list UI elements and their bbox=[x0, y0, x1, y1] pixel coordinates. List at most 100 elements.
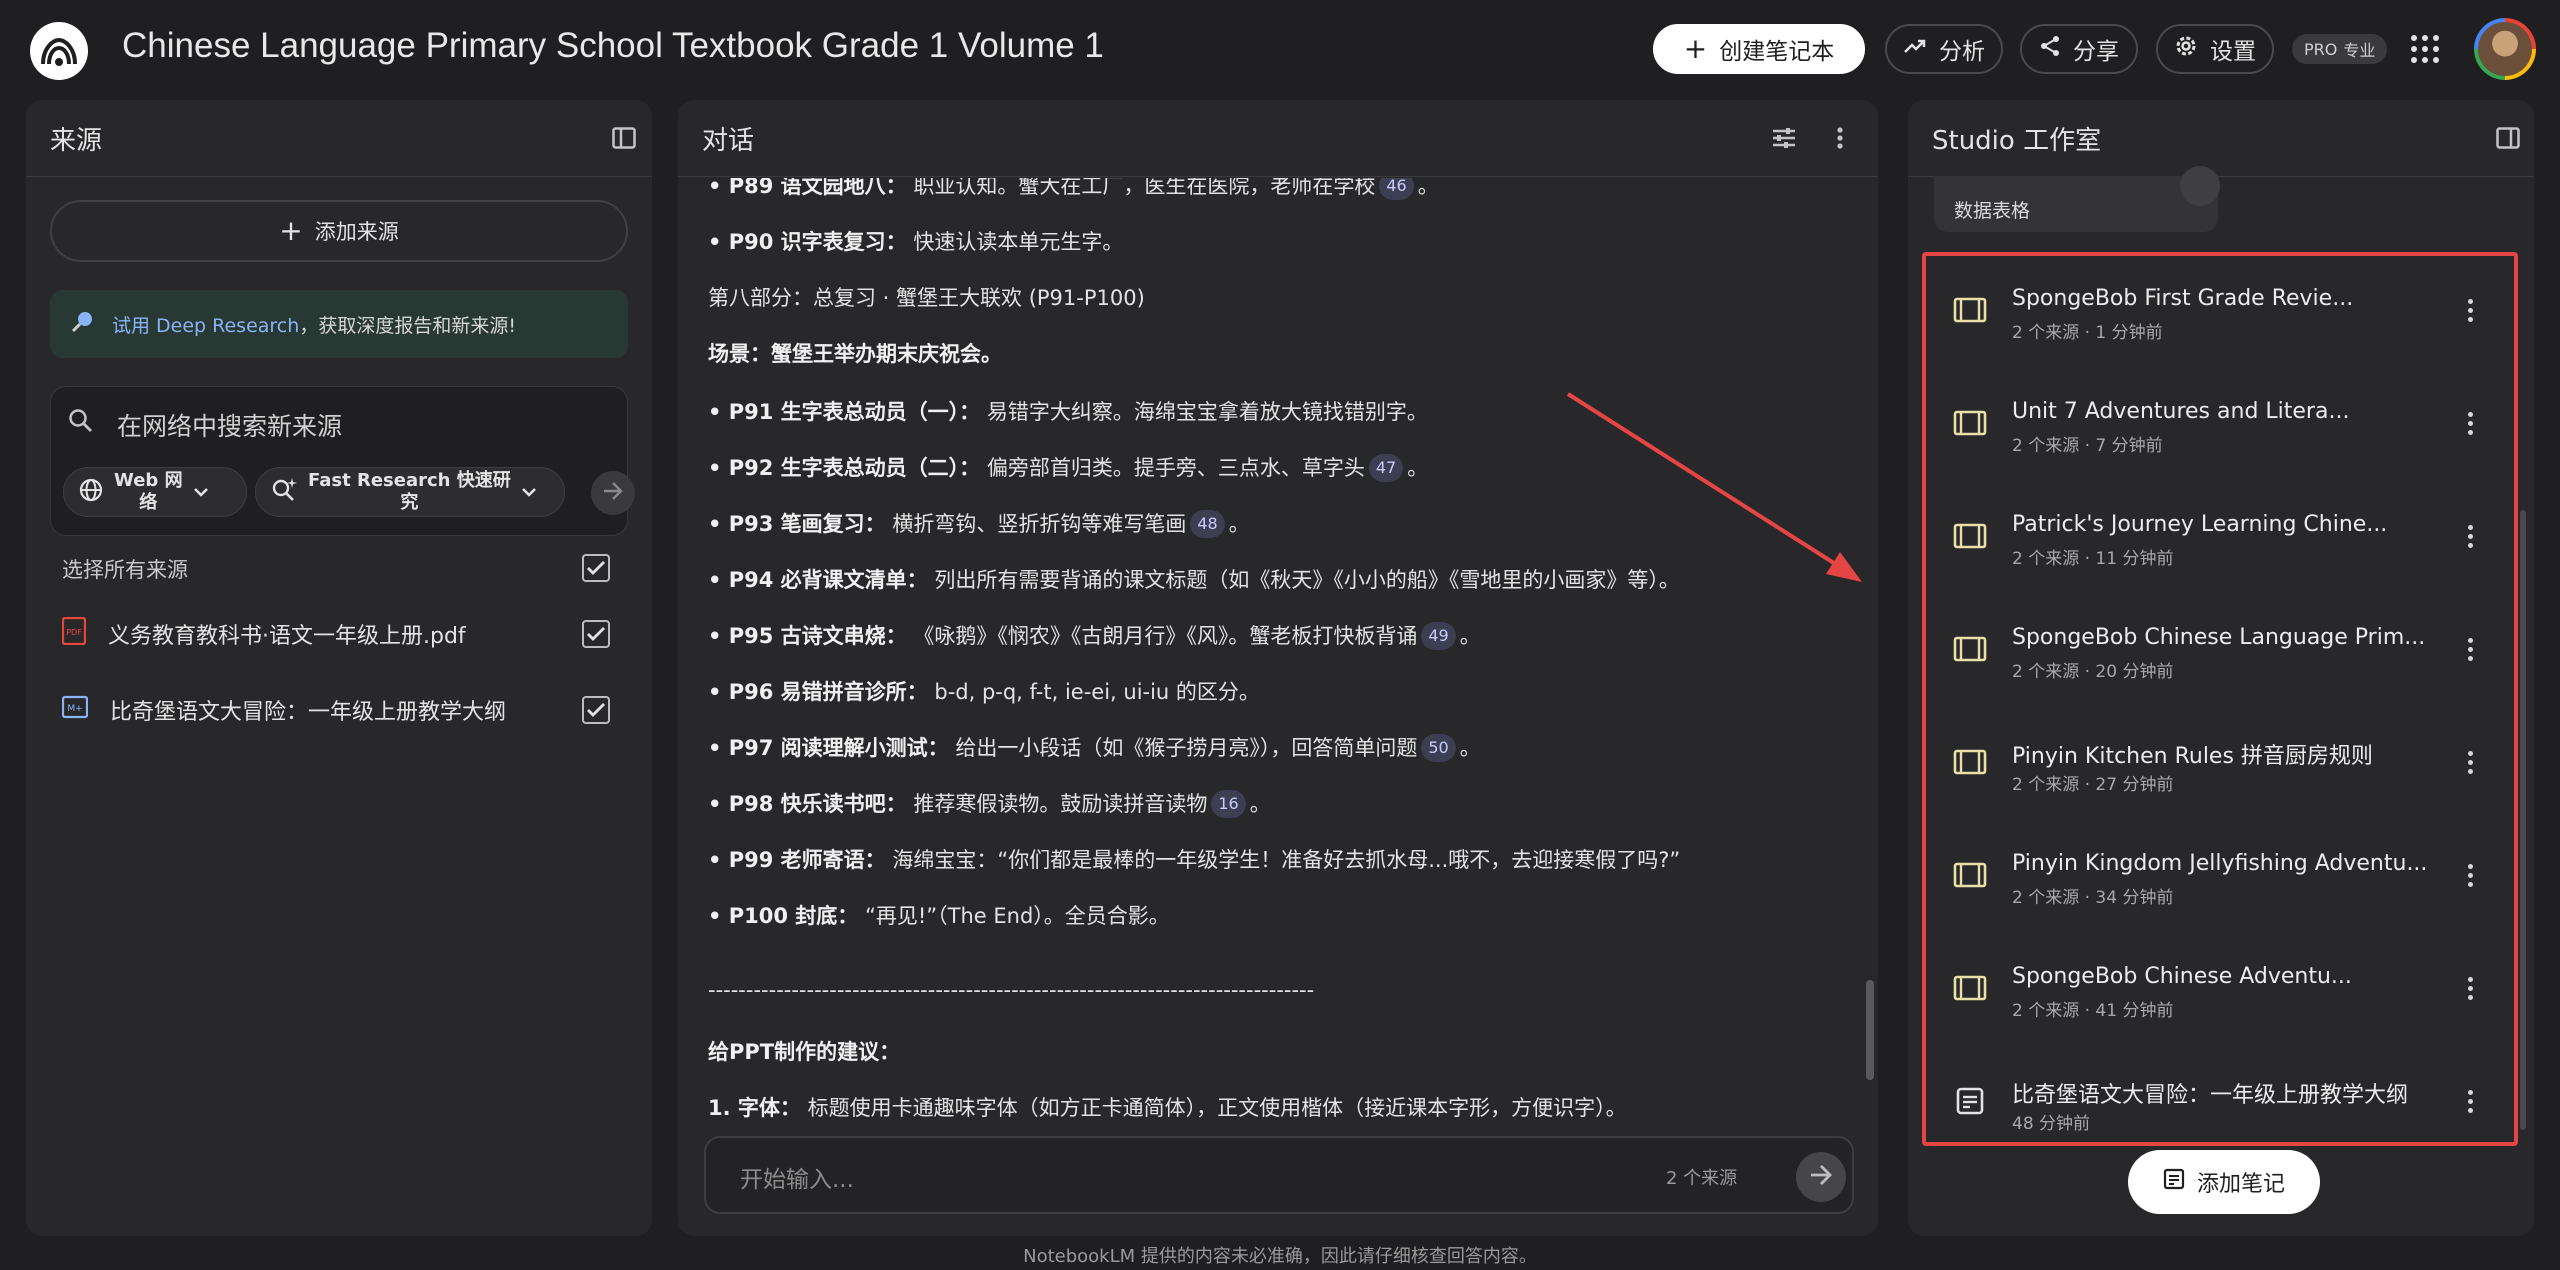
avatar[interactable] bbox=[2474, 18, 2536, 80]
chat-line: • P99 老师寄语： 海绵宝宝：“你们都是最棒的一年级学生！准备好去抓水母..… bbox=[708, 844, 1680, 874]
more-vert-icon[interactable] bbox=[2462, 857, 2478, 893]
chat-input-box[interactable]: 开始输入... 2 个来源 bbox=[704, 1136, 1854, 1214]
chat-line-text: b-d, p-q, f-t, ie-ei, ui-iu 的区分。 bbox=[934, 680, 1260, 704]
chat-line-text: 给出一小段话（如《猴子捞月亮》），回答简单问题 bbox=[955, 736, 1418, 760]
search-sparkle-icon bbox=[270, 476, 298, 509]
app-header: Chinese Language Primary School Textbook… bbox=[0, 0, 2560, 100]
trending-up-icon bbox=[1903, 36, 1927, 62]
collapse-panel-icon[interactable] bbox=[2494, 124, 2522, 152]
source-checkbox[interactable] bbox=[582, 696, 610, 724]
add-note-button[interactable]: 添加笔记 bbox=[2128, 1150, 2320, 1214]
note-meta: 2 个来源 · 20 分钟前 bbox=[2012, 662, 2174, 682]
note-title: Unit 7 Adventures and Litera... bbox=[2012, 399, 2350, 424]
citation-chip[interactable]: 49 bbox=[1421, 622, 1456, 650]
studio-note-item[interactable]: Patrick's Journey Learning Chine... 2 个来源… bbox=[1930, 488, 2490, 584]
chat-line: 场景：蟹堡王举办期末庆祝会。 bbox=[708, 338, 1002, 368]
chat-line: 给PPT制作的建议： bbox=[708, 1036, 900, 1066]
more-vert-icon[interactable] bbox=[2462, 518, 2478, 554]
chat-line-text: 偏旁部首归类。提手旁、三点水、草字头 bbox=[986, 456, 1365, 480]
more-vert-icon[interactable] bbox=[2462, 631, 2478, 667]
studio-note-item[interactable]: 比奇堡语文大冒险：一年级上册教学大纲 48 分钟前 bbox=[1930, 1053, 2490, 1149]
settings-button[interactable]: 设置 bbox=[2156, 24, 2274, 74]
chat-line-heading: • P97 阅读理解小测试： bbox=[708, 736, 949, 760]
chat-line-tail: 。 bbox=[1407, 456, 1429, 480]
studio-note-item[interactable]: Pinyin Kitchen Rules 拼音厨房规则 2 个来源 · 27 分钟… bbox=[1930, 714, 2490, 810]
tune-settings-icon[interactable] bbox=[1768, 122, 1800, 154]
plus-icon: + bbox=[1683, 32, 1708, 65]
deep-research-banner[interactable]: 试用 Deep Research，获取深度报告和新来源! bbox=[50, 290, 628, 358]
chat-line-heading: • P99 老师寄语： bbox=[708, 848, 886, 872]
notebook-title[interactable]: Chinese Language Primary School Textbook… bbox=[122, 26, 1104, 66]
note-meta: 2 个来源 · 27 分钟前 bbox=[2012, 775, 2174, 795]
note-add-icon bbox=[2163, 1168, 2185, 1196]
chat-line: • P96 易错拼音诊所： b-d, p-q, f-t, ie-ei, ui-i… bbox=[708, 676, 1260, 706]
chat-response: • P89 语文园地八： 职业认知。蟹大在工厂，医生在医院，老师在学校 46。 • … bbox=[708, 178, 1828, 1128]
more-vert-icon[interactable] bbox=[2462, 744, 2478, 780]
more-vert-icon[interactable] bbox=[2462, 405, 2478, 441]
submit-arrow-button[interactable] bbox=[591, 471, 635, 515]
chat-input[interactable]: 开始输入... bbox=[740, 1160, 854, 1194]
create-notebook-button[interactable]: + 创建笔记本 bbox=[1653, 24, 1865, 74]
chat-line: • P92 生字表总动员（二）： 偏旁部首归类。提手旁、三点水、草字头 47。 bbox=[708, 452, 1428, 482]
add-source-button[interactable]: + 添加来源 bbox=[50, 200, 628, 262]
deep-research-link[interactable]: 试用 Deep Research bbox=[112, 315, 299, 337]
chat-line-heading: • P98 快乐读书吧： bbox=[708, 792, 907, 816]
video-icon bbox=[1952, 518, 1988, 554]
data-table-tile[interactable]: 数据表格 bbox=[1934, 166, 2220, 232]
note-title: Pinyin Kitchen Rules 拼音厨房规则 bbox=[2012, 744, 2373, 769]
notebooklm-logo-icon[interactable] bbox=[30, 22, 88, 80]
chat-line-heading: • P95 古诗文串烧： bbox=[708, 624, 907, 648]
send-button[interactable] bbox=[1796, 1152, 1846, 1202]
chat-line: 第八部分：总复习 · 蟹堡王大联欢 (P91-P100) bbox=[708, 282, 1145, 312]
chevron-down-icon bbox=[193, 482, 209, 503]
chat-line-tail: 。 bbox=[1459, 736, 1481, 760]
select-all-checkbox[interactable] bbox=[582, 554, 610, 582]
source-checkbox[interactable] bbox=[582, 620, 610, 648]
studio-scrollbar[interactable] bbox=[2520, 510, 2526, 1130]
studio-note-item[interactable]: SpongeBob Chinese Adventu... 2 个来源 · 41 分… bbox=[1930, 940, 2490, 1036]
note-title: SpongeBob Chinese Adventu... bbox=[2012, 964, 2352, 989]
chat-panel-title: 对话 bbox=[702, 126, 755, 156]
source-item[interactable]: M+ 比奇堡语文大冒险：一年级上册教学大纲 bbox=[61, 690, 506, 730]
citation-chip[interactable]: 50 bbox=[1421, 734, 1456, 762]
chat-line-heading: • P90 识字表复习： bbox=[708, 230, 907, 254]
collapse-panel-icon[interactable] bbox=[610, 124, 638, 152]
apps-grid-icon[interactable] bbox=[2410, 34, 2440, 64]
web-source-dropdown[interactable]: Web 网络 bbox=[63, 467, 247, 517]
more-vert-icon[interactable] bbox=[1830, 122, 1850, 154]
more-vert-icon[interactable] bbox=[2462, 1083, 2478, 1119]
studio-note-item[interactable]: Pinyin Kingdom Jellyfishing Adventu... 2 … bbox=[1930, 827, 2490, 923]
citation-chip[interactable]: 48 bbox=[1190, 510, 1225, 538]
svg-text:M+: M+ bbox=[67, 704, 82, 714]
chat-line-text: 列出所有需要背诵的课文标题（如《秋天》《小小的船》《雪地里的小画家》等）。 bbox=[934, 568, 1680, 592]
chat-line-heading: • P94 必背课文清单： bbox=[708, 568, 928, 592]
note-title: Patrick's Journey Learning Chine... bbox=[2012, 512, 2388, 537]
chat-line-text: 快速认读本单元生字。 bbox=[913, 230, 1124, 254]
citation-chip[interactable]: 47 bbox=[1368, 454, 1404, 482]
citation-chip[interactable]: 46 bbox=[1379, 178, 1414, 200]
more-vert-icon[interactable] bbox=[2462, 292, 2478, 328]
chat-scrollbar[interactable] bbox=[1866, 980, 1874, 1080]
note-title: 比奇堡语文大冒险：一年级上册教学大纲 bbox=[2012, 1083, 2409, 1108]
video-icon bbox=[1952, 292, 1988, 328]
studio-note-item[interactable]: SpongeBob Chinese Language Prim... 2 个来源 … bbox=[1930, 601, 2490, 697]
citation-chip[interactable]: 16 bbox=[1211, 790, 1246, 818]
share-button[interactable]: 分享 bbox=[2020, 24, 2138, 74]
chat-line: • P93 笔画复习： 横折弯钩、竖折折钩等难写笔画 48。 bbox=[708, 508, 1250, 538]
chat-line: • P100 封底： “再见!”（The End）。全员合影。 bbox=[708, 900, 1170, 930]
search-input[interactable]: 在网络中搜索新来源 bbox=[117, 407, 342, 443]
analytics-button[interactable]: 分析 bbox=[1885, 24, 2003, 74]
chat-line: • P94 必背课文清单： 列出所有需要背诵的课文标题（如《秋天》《小小的船》《… bbox=[708, 564, 1680, 594]
studio-note-item[interactable]: SpongeBob First Grade Revie... 2 个来源 · 1 … bbox=[1930, 262, 2490, 358]
source-item[interactable]: PDF 义务教育教科书·语文一年级上册.pdf bbox=[61, 614, 466, 654]
studio-note-item[interactable]: Unit 7 Adventures and Litera... 2 个来源 · 7… bbox=[1930, 375, 2490, 471]
note-title: SpongeBob Chinese Language Prim... bbox=[2012, 625, 2426, 650]
fast-research-dropdown[interactable]: Fast Research 快速研究 bbox=[255, 467, 565, 517]
more-vert-icon[interactable] bbox=[2462, 970, 2478, 1006]
edit-circle-icon[interactable] bbox=[2180, 166, 2220, 206]
plus-icon: + bbox=[279, 214, 303, 247]
chat-line-text: “再见!”（The End）。全员合影。 bbox=[864, 904, 1170, 928]
note-meta: 48 分钟前 bbox=[2012, 1114, 2091, 1134]
studio-panel-title: Studio 工作室 bbox=[1932, 126, 2102, 156]
chat-line-text: 海绵宝宝：“你们都是最棒的一年级学生！准备好去抓水母...哦不，去迎接寒假了吗?… bbox=[892, 848, 1681, 872]
